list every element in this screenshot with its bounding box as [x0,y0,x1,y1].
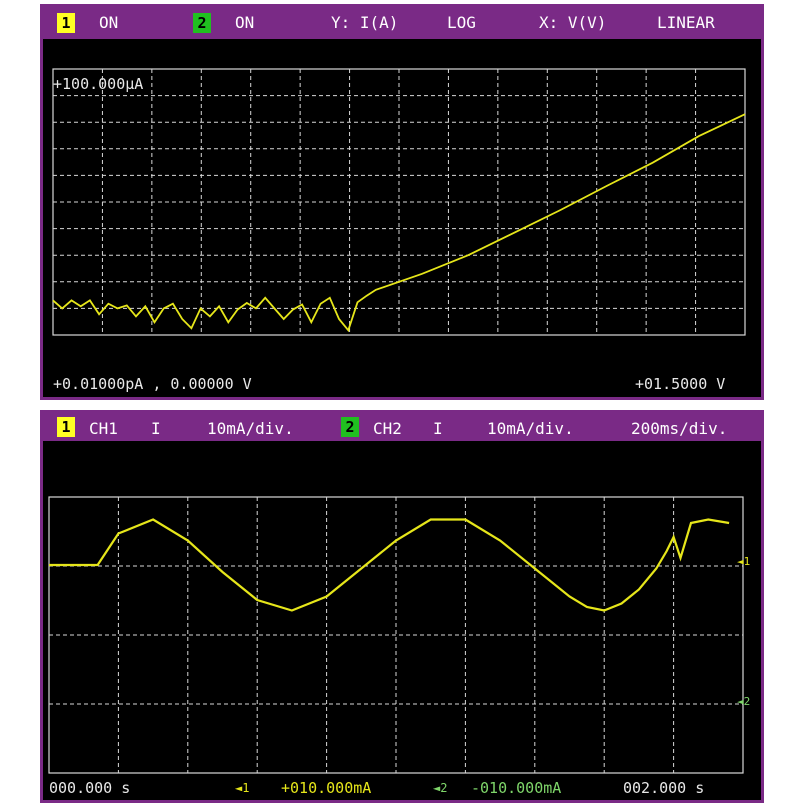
waveform-panel: 1 CH1 I 10mA/div. 2 CH2 I 10mA/div. 200m… [40,410,764,803]
time-start-label: 000.000 s [49,779,131,797]
x-max-label: +01.5000 V [635,375,726,393]
origin-label: +0.01000pA , 0.00000 V [53,375,252,393]
ch1-level-marker[interactable]: ◄1 [737,555,750,568]
ch2-offset-marker: ◄2 [433,781,448,795]
iv-plot [52,68,746,336]
waveform-plot [48,496,744,774]
iv-curve-panel: 1 ON 2 ON Y: I(A) LOG X: V(V) LINEAR +10… [40,4,764,400]
time-end-label: 002.000 s [623,779,705,797]
ch1-waveform-trace [49,518,730,612]
ch2-offset-value: -010.000mA [471,779,562,797]
ch2-level-marker[interactable]: ◄2 [737,695,750,708]
ch1-offset-marker: ◄1 [235,781,250,795]
ch1-offset-value: +010.000mA [281,779,372,797]
